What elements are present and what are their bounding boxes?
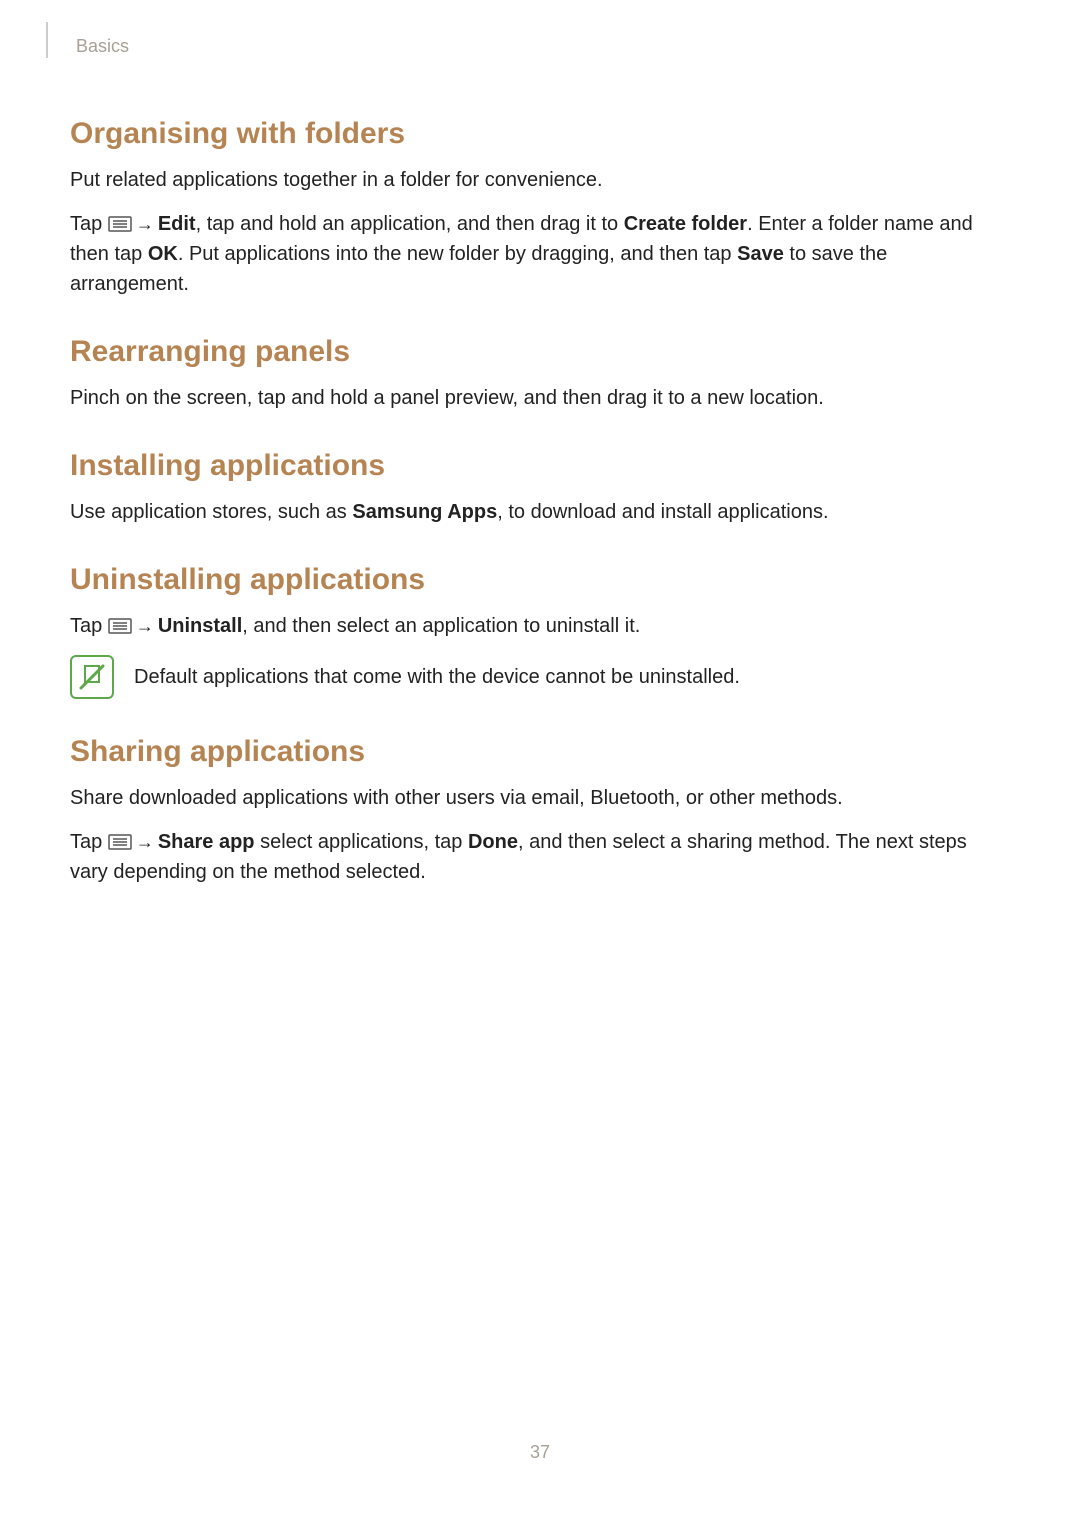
section-installing: Installing applications Use application … [70,449,1010,527]
section-uninstalling: Uninstalling applications Tap →Uninstall… [70,563,1010,699]
paragraph-sharing-steps: Tap →Share app select applications, tap … [70,827,1010,887]
paragraph-rearranging: Pinch on the screen, tap and hold a pane… [70,383,1010,413]
text: Tap [70,615,108,637]
heading-rearranging: Rearranging panels [70,335,1010,369]
bold-create-folder: Create folder [624,213,747,235]
section-organising: Organising with folders Put related appl… [70,117,1010,299]
arrow-icon: → [132,616,158,636]
section-rearranging: Rearranging panels Pinch on the screen, … [70,335,1010,413]
menu-icon [108,216,132,232]
heading-organising: Organising with folders [70,117,1010,151]
text: , tap and hold an application, and then … [196,213,624,235]
text: , and then select an application to unin… [242,615,640,637]
bold-edit: Edit [158,213,196,235]
paragraph-installing: Use application stores, such as Samsung … [70,497,1010,527]
section-sharing: Sharing applications Share downloaded ap… [70,735,1010,887]
heading-installing: Installing applications [70,449,1010,483]
arrow-icon: → [132,214,158,234]
heading-sharing: Sharing applications [70,735,1010,769]
page-content: Basics Organising with folders Put relat… [0,0,1080,887]
note-icon [70,655,114,699]
note-uninstalling: Default applications that come with the … [70,655,1010,699]
arrow-icon: → [132,832,158,852]
paragraph-uninstalling: Tap →Uninstall, and then select an appli… [70,611,1010,641]
paragraph-sharing-intro: Share downloaded applications with other… [70,783,1010,813]
bold-save: Save [737,243,784,265]
text: . Put applications into the new folder b… [178,243,737,265]
bold-done: Done [468,831,518,853]
breadcrumb: Basics [76,36,1010,57]
paragraph-organising-intro: Put related applications together in a f… [70,165,1010,195]
text: select applications, tap [255,831,468,853]
paragraph-organising-steps: Tap →Edit, tap and hold an application, … [70,209,1010,299]
menu-icon [108,618,132,634]
page-number: 37 [0,1442,1080,1463]
menu-icon [108,834,132,850]
header-divider [46,22,48,58]
bold-uninstall: Uninstall [158,615,242,637]
heading-uninstalling: Uninstalling applications [70,563,1010,597]
bold-share-app: Share app [158,831,255,853]
text: Tap [70,213,108,235]
note-text: Default applications that come with the … [134,662,740,692]
text: Use application stores, such as [70,501,352,523]
text: , to download and install applications. [497,501,828,523]
bold-ok: OK [148,243,178,265]
bold-samsung-apps: Samsung Apps [352,501,497,523]
text: Tap [70,831,108,853]
